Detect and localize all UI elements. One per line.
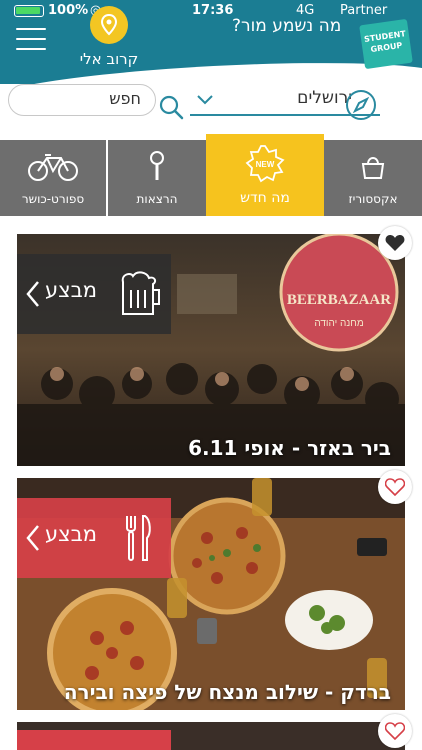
status-bar: 100% ◎ 17:36 4G Partner bbox=[0, 0, 422, 22]
carrier-name: Partner bbox=[340, 3, 388, 18]
chevron-left-icon bbox=[26, 281, 39, 307]
category-label: מה חדש bbox=[240, 190, 290, 206]
favorite-heart-button[interactable] bbox=[378, 470, 412, 504]
student-group-logo: STUDENT GROUP bbox=[359, 18, 413, 70]
category-label: ספורט-כושר bbox=[21, 192, 85, 206]
near-me-label: קרוב אלי bbox=[79, 50, 139, 68]
search-icon[interactable] bbox=[158, 94, 184, 120]
header-curve bbox=[0, 53, 422, 84]
microphone-icon bbox=[150, 151, 164, 180]
bicycle-icon bbox=[28, 154, 78, 181]
status-time: 17:36 bbox=[192, 3, 234, 18]
deal-card[interactable]: BEERBAZAAR מחנה יהודה מבצע ביר באזר - או… bbox=[17, 234, 405, 466]
near-me-button[interactable]: קרוב אלי bbox=[78, 6, 138, 70]
deal-card[interactable] bbox=[17, 722, 405, 750]
new-badge-icon: NEW bbox=[245, 145, 285, 183]
deal-title: ביר באזר - אופי 6.11 bbox=[188, 436, 391, 460]
fork-knife-icon bbox=[126, 515, 151, 561]
deal-badge[interactable] bbox=[17, 730, 171, 750]
deal-badge[interactable]: מבצע bbox=[17, 254, 171, 334]
svg-text:BEERBAZAAR: BEERBAZAAR bbox=[287, 292, 391, 308]
svg-text:מחנה יהודה: מחנה יהודה bbox=[314, 318, 364, 329]
category-bar: אקססוריז NEW מה חדש הרצאות ספורט-כושר bbox=[0, 134, 422, 220]
deal-badge[interactable]: מבצע bbox=[17, 498, 171, 578]
greeting-title: מה נשמע מור? bbox=[232, 16, 342, 36]
category-label: הרצאות bbox=[136, 192, 178, 206]
heart-outline-icon bbox=[385, 722, 405, 740]
favorite-heart-button[interactable] bbox=[378, 714, 412, 748]
category-sport[interactable]: ספורט-כושר bbox=[0, 140, 106, 216]
deal-badge-label: מבצע bbox=[45, 522, 98, 546]
chevron-down-icon bbox=[197, 95, 213, 105]
location-pin-icon bbox=[90, 6, 128, 44]
chevron-left-icon bbox=[26, 525, 39, 551]
compass-icon[interactable] bbox=[344, 88, 378, 122]
category-accessories[interactable]: אקססוריז bbox=[324, 140, 422, 216]
deal-card[interactable]: מבצע ברדק - שילוב מנצח של פיצה ובירה bbox=[17, 478, 405, 710]
favorite-heart-button[interactable] bbox=[378, 226, 412, 260]
app-header: 100% ◎ 17:36 4G Partner קרוב אלי מה נשמע… bbox=[0, 0, 422, 84]
search-placeholder: חפש bbox=[109, 89, 141, 108]
hamburger-menu-icon[interactable] bbox=[16, 28, 46, 52]
svg-text:NEW: NEW bbox=[256, 160, 275, 169]
category-whats-new[interactable]: NEW מה חדש bbox=[206, 134, 324, 216]
category-label: אקססוריז bbox=[348, 192, 398, 206]
search-input[interactable]: חפש bbox=[8, 84, 156, 116]
heart-outline-icon bbox=[385, 478, 405, 496]
bag-icon bbox=[361, 157, 385, 179]
category-lectures[interactable]: הרצאות bbox=[108, 140, 206, 216]
battery-icon bbox=[14, 5, 44, 17]
beer-mug-icon bbox=[121, 271, 160, 315]
deal-title: ברדק - שילוב מנצח של פיצה ובירה bbox=[63, 680, 391, 704]
heart-filled-icon bbox=[385, 235, 405, 251]
deal-badge-label: מבצע bbox=[45, 278, 98, 302]
